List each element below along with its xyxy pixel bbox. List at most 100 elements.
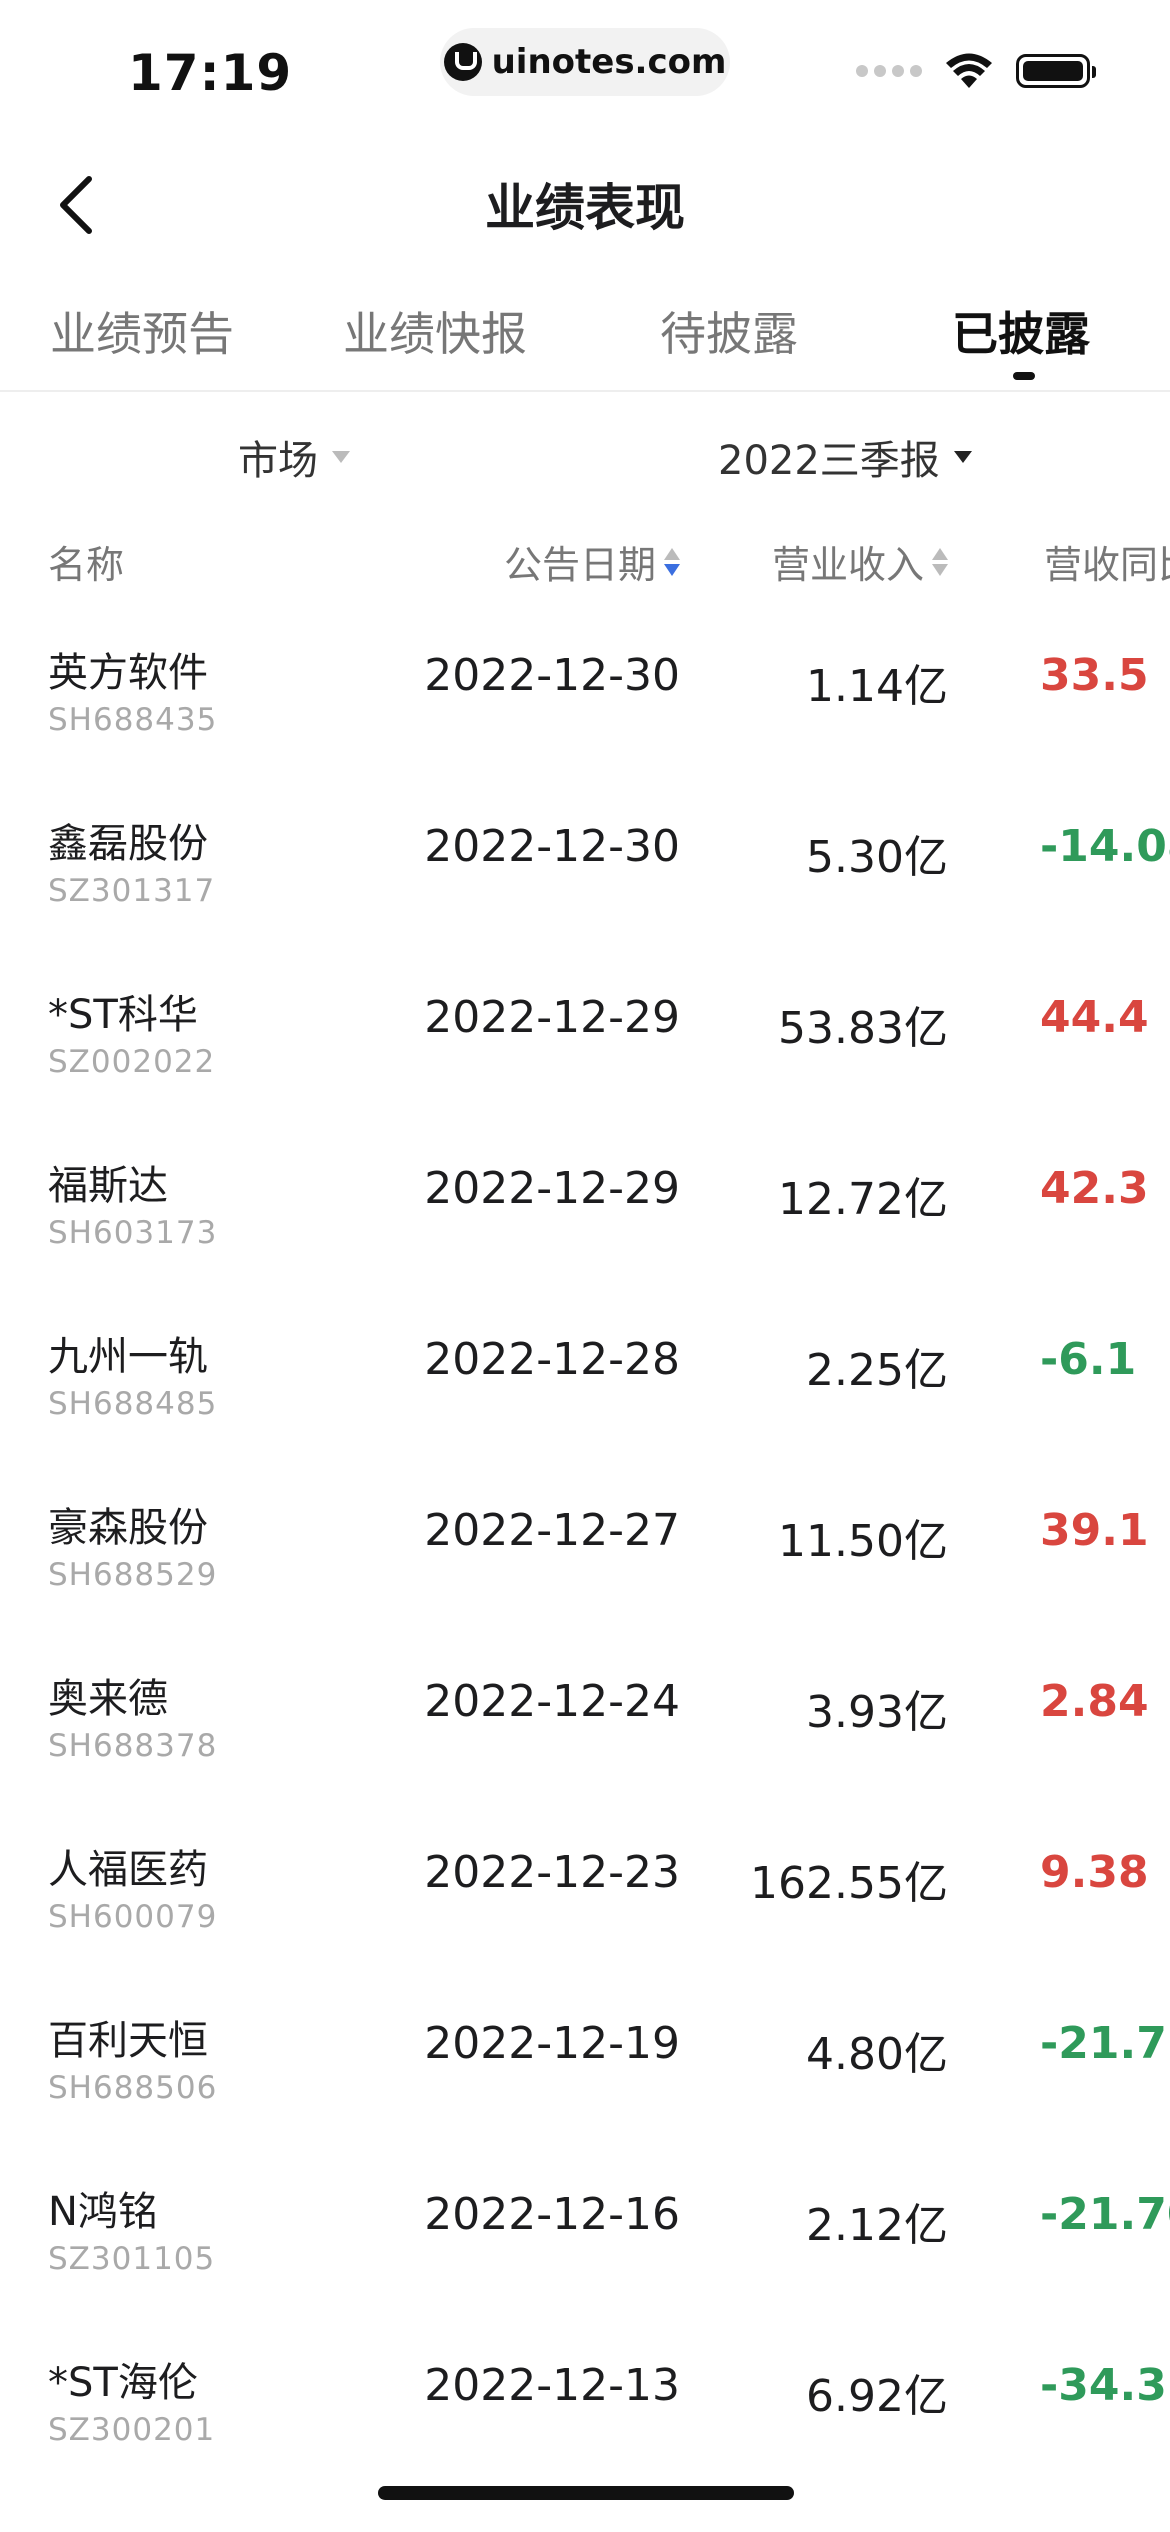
status-indicators (856, 52, 1096, 90)
header-date-label: 公告日期 (503, 543, 656, 587)
table-row[interactable]: 豪森股份 SH688529 2022-12-27 11.50亿 39.1 (0, 1475, 1170, 1646)
cellular-signal-icon (856, 65, 922, 77)
stock-code: SH688506 (48, 2070, 218, 2106)
stock-name-cell: 福斯达 SH603173 (48, 1153, 217, 1251)
nav-bar: 业绩表现 (0, 150, 1170, 260)
announce-date: 2022-12-23 (424, 1847, 680, 1898)
revenue-value: 6.92亿 (806, 2371, 948, 2422)
active-tab-indicator (1013, 372, 1035, 380)
market-filter[interactable]: 市场 (238, 428, 350, 486)
announce-date: 2022-12-30 (424, 821, 680, 872)
announce-date: 2022-12-27 (424, 1505, 680, 1556)
header-name-label: 名称 (48, 543, 125, 587)
stock-code: SZ301105 (48, 2241, 216, 2277)
revenue-value: 11.50亿 (778, 1516, 948, 1567)
stock-name: 奥来德 (48, 1676, 168, 1722)
stock-code: SH688485 (48, 1386, 218, 1422)
home-indicator (378, 2486, 794, 2500)
table-row[interactable]: 奥来德 SH688378 2022-12-24 3.93亿 2.84 (0, 1646, 1170, 1817)
table-row[interactable]: 福斯达 SH603173 2022-12-29 12.72亿 42.3 (0, 1133, 1170, 1304)
revenue-value: 4.80亿 (806, 2029, 948, 2080)
stock-name-cell: 豪森股份 SH688529 (48, 1495, 217, 1593)
stock-code: SH603173 (48, 1215, 218, 1251)
announce-date: 2022-12-24 (424, 1676, 680, 1727)
table-row[interactable]: 九州一轨 SH688485 2022-12-28 2.25亿 -6.1 (0, 1304, 1170, 1475)
tab-disclosed[interactable]: 已披露 (952, 298, 1090, 364)
stock-name-cell: N鸿铭 SZ301105 (48, 2179, 215, 2277)
wifi-icon (946, 53, 992, 88)
table-header: 名称 公告日期 营业收入 营收同比 (0, 520, 1170, 600)
stock-code: SH600079 (48, 1899, 218, 1935)
table-row[interactable]: N鸿铭 SZ301105 2022-12-16 2.12亿 -21.70 (0, 2159, 1170, 2330)
revenue-value: 162.55亿 (750, 1858, 948, 1909)
page-title: 业绩表现 (485, 179, 685, 237)
revenue-yoy-value: 2.84 (1040, 1676, 1149, 1727)
battery-icon (1016, 54, 1096, 88)
stock-name-cell: 九州一轨 SH688485 (48, 1324, 217, 1422)
table-row[interactable]: *ST科华 SZ002022 2022-12-29 53.83亿 44.4 (0, 962, 1170, 1133)
table-row[interactable]: 人福医药 SH600079 2022-12-23 162.55亿 9.38 (0, 1817, 1170, 1988)
header-revenue[interactable]: 营业收入 (772, 534, 948, 589)
tab-pending[interactable]: 待披露 (660, 298, 798, 364)
stock-name: 九州一轨 (48, 1334, 208, 1380)
announce-date: 2022-12-29 (424, 992, 680, 1043)
header-date[interactable]: 公告日期 (504, 534, 680, 589)
stock-code: SZ301317 (48, 873, 216, 909)
stock-code: SH688529 (48, 1557, 218, 1593)
stock-name: 鑫磊股份 (48, 821, 208, 867)
period-filter-label: 2022三季报 (718, 438, 940, 484)
announce-date: 2022-12-16 (424, 2189, 680, 2240)
announce-date: 2022-12-13 (424, 2360, 680, 2411)
revenue-yoy: 9.38 (1040, 1847, 1170, 1898)
revenue-yoy-value: -21.70 (1040, 2189, 1170, 2240)
stock-name: 豪森股份 (48, 1505, 208, 1551)
stock-name: *ST海伦 (48, 2360, 198, 2406)
revenue-value: 3.93亿 (806, 1687, 948, 1738)
url-pill[interactable]: uinotes.com (440, 28, 730, 96)
stock-name: 英方软件 (48, 650, 208, 696)
stock-code: SH688378 (48, 1728, 218, 1764)
stock-name-cell: 百利天恒 SH688506 (48, 2008, 217, 2106)
stock-name-cell: *ST海伦 SZ300201 (48, 2350, 215, 2448)
period-filter[interactable]: 2022三季报 (718, 428, 972, 486)
announce-date: 2022-12-28 (424, 1334, 680, 1385)
table-row[interactable]: 鑫磊股份 SZ301317 2022-12-30 5.30亿 -14.08 (0, 791, 1170, 962)
stock-name: 人福医药 (48, 1847, 208, 1893)
stock-name: 百利天恒 (48, 2018, 208, 2064)
header-revenue-label: 营业收入 (771, 543, 924, 587)
table-row[interactable]: 英方软件 SH688435 2022-12-30 1.14亿 33.5 (0, 620, 1170, 791)
screen: 17:19 uinotes.com 业绩表现 业绩预告 业绩快报 待披露 已披露… (0, 0, 1170, 2532)
revenue-yoy-value: 9.38 (1040, 1847, 1149, 1898)
market-filter-label: 市场 (238, 438, 318, 484)
revenue-value: 5.30亿 (806, 832, 948, 883)
stock-name-cell: 英方软件 SH688435 (48, 640, 217, 738)
filter-bar: 市场 2022三季报 (0, 410, 1170, 500)
revenue-yoy-value: -34.3 (1040, 2360, 1167, 2411)
revenue-yoy-value: -6.1 (1040, 1334, 1137, 1385)
header-yoy[interactable]: 营收同比 (1044, 534, 1170, 589)
stock-code: SH688435 (48, 702, 218, 738)
revenue-value: 12.72亿 (778, 1174, 948, 1225)
table-row[interactable]: *ST海伦 SZ300201 2022-12-13 6.92亿 -34.3 (0, 2330, 1170, 2501)
tab-forecast[interactable]: 业绩预告 (50, 298, 234, 364)
table-row[interactable]: 百利天恒 SH688506 2022-12-19 4.80亿 -21.75 (0, 1988, 1170, 2159)
sort-icon (932, 547, 948, 576)
status-bar: 17:19 uinotes.com (0, 0, 1170, 140)
revenue-value: 53.83亿 (778, 1003, 948, 1054)
stock-name: *ST科华 (48, 992, 198, 1038)
revenue-yoy-value: 44.4 (1040, 992, 1149, 1043)
sort-icon (664, 547, 680, 576)
revenue-yoy: -21.75 (1040, 2018, 1170, 2069)
announce-date: 2022-12-29 (424, 1163, 680, 1214)
revenue-yoy-value: 33.5 (1040, 650, 1149, 701)
revenue-yoy-value: 39.1 (1040, 1505, 1149, 1556)
tab-bar: 业绩预告 业绩快报 待披露 已披露 (0, 290, 1170, 392)
revenue-yoy: 2.84 (1040, 1676, 1170, 1727)
stock-list: 英方软件 SH688435 2022-12-30 1.14亿 33.5 鑫磊股份 SZ301… (0, 620, 1170, 2501)
caret-down-icon (953, 451, 972, 463)
stock-name-cell: *ST科华 SZ002022 (48, 982, 215, 1080)
header-name: 名称 (48, 534, 124, 589)
announce-date: 2022-12-30 (424, 650, 680, 701)
tab-express[interactable]: 业绩快报 (343, 298, 527, 364)
stock-name: N鸿铭 (48, 2189, 158, 2235)
